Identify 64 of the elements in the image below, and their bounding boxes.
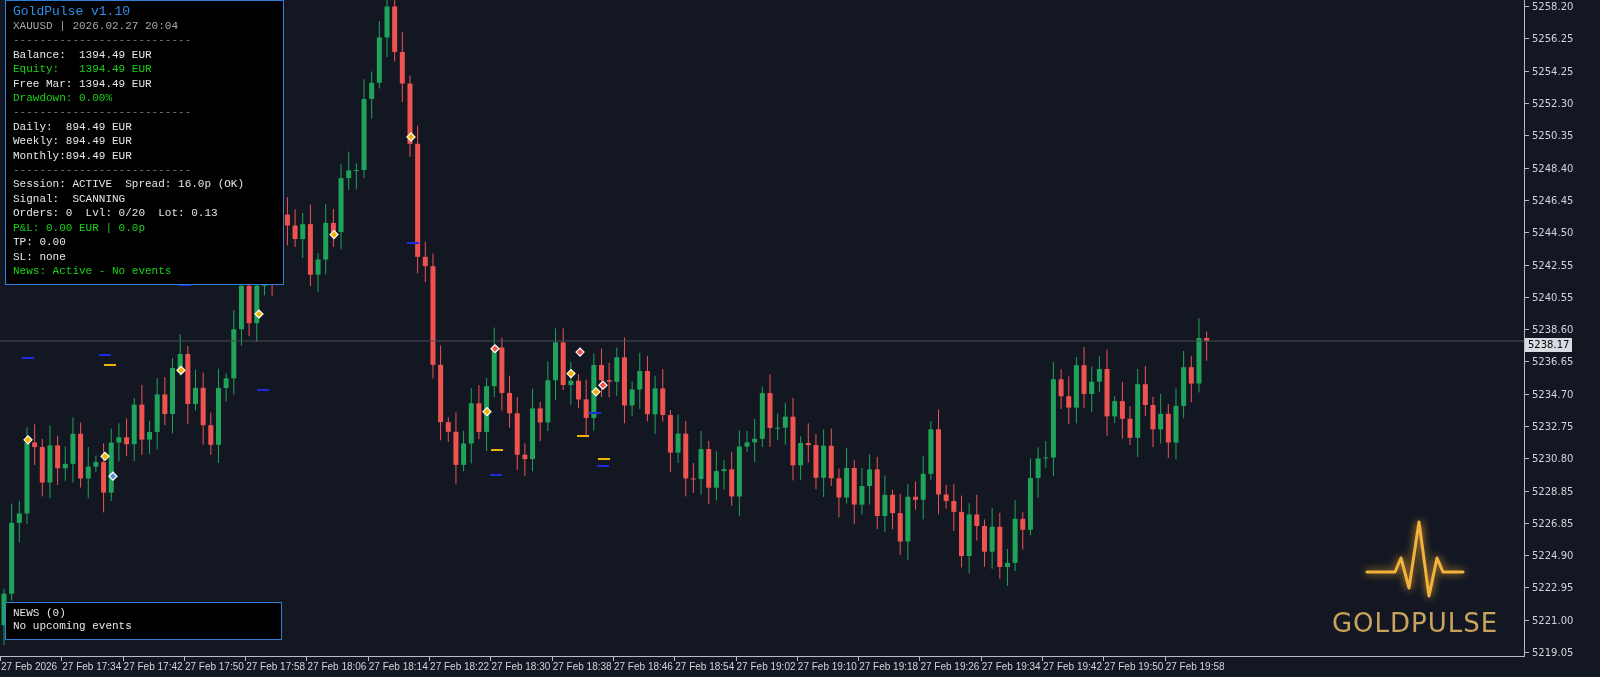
- time-label: 27 Feb 18:22: [430, 661, 489, 672]
- price-label: 5238.60: [1532, 324, 1574, 336]
- price-label: 5244.50: [1532, 227, 1574, 239]
- price-label: 5258.20: [1532, 1, 1574, 13]
- stat-line: Equity: 1394.49 EUR: [13, 62, 152, 77]
- time-label: 27 Feb 19:34: [981, 661, 1041, 672]
- news-title: NEWS (0): [13, 607, 66, 620]
- price-label: 5221.00: [1532, 614, 1574, 626]
- time-label: 27 Feb 17:58: [246, 661, 306, 672]
- price-label: 5230.80: [1532, 453, 1574, 465]
- logo-text: GOLDPULSE: [1331, 608, 1499, 638]
- price-label: 5256.25: [1532, 33, 1574, 45]
- price-label: 5222.95: [1532, 582, 1574, 594]
- stat-line: Daily: 894.49 EUR: [13, 119, 132, 135]
- price-label: 5252.30: [1532, 98, 1574, 110]
- price-label: 5248.40: [1532, 162, 1574, 174]
- stat-line: P&L: 0.00 EUR | 0.0p: [13, 220, 146, 236]
- price-label: 5224.90: [1532, 550, 1574, 562]
- time-label: 27 Feb 19:42: [1043, 661, 1102, 672]
- stat-line: Balance: 1394.49 EUR: [13, 47, 152, 63]
- panel-title: GoldPulse v1.10: [13, 4, 132, 19]
- stat-line: Signal: SCANNING: [13, 191, 126, 207]
- time-label: 27 Feb 18:06: [307, 661, 367, 672]
- time-label: 27 Feb 18:38: [552, 661, 612, 672]
- stat-line: News: Active - No events: [13, 263, 172, 279]
- time-label: 27 Feb 19:10: [797, 661, 857, 672]
- news-message: No upcoming events: [13, 620, 132, 633]
- price-label: 5232.75: [1532, 421, 1574, 432]
- symbol-time-text: XAUUSD | 2026.02.27 20:04: [13, 19, 179, 34]
- time-label: 27 Feb 19:58: [1165, 661, 1225, 672]
- stat-line: Orders: 0 Lvl: 0/20 Lot: 0.13: [13, 206, 218, 221]
- stat-line: Weekly: 894.49 EUR: [13, 134, 132, 149]
- time-label: 27 Feb 17:50: [184, 661, 244, 672]
- dashed-separator: ---------------------------: [13, 33, 192, 48]
- time-label: 27 Feb 19:50: [1104, 661, 1164, 672]
- stat-line: SL: none: [13, 249, 66, 264]
- price-label: 5228.85: [1532, 485, 1574, 497]
- price-label: 5234.70: [1532, 388, 1574, 400]
- stat-line: Session: ACTIVE Spread: 16.0p (OK): [13, 177, 245, 192]
- time-label: 27 Feb 19:26: [920, 661, 980, 672]
- time-label: 27 Feb 18:54: [675, 661, 735, 672]
- time-label: 27 Feb 18:14: [368, 661, 428, 672]
- price-label: 5250.35: [1532, 130, 1574, 142]
- time-label: 27 Feb 18:30: [491, 661, 551, 672]
- time-label: 27 Feb 2026: [1, 661, 58, 672]
- price-label: 5246.45: [1532, 194, 1574, 206]
- price-label: 5226.85: [1532, 517, 1574, 529]
- price-label: 5242.55: [1532, 259, 1574, 271]
- time-label: 27 Feb 19:02: [736, 661, 796, 672]
- time-label: 27 Feb 17:34: [62, 661, 122, 672]
- stat-line: TP: 0.00: [13, 235, 66, 250]
- time-label: 27 Feb 17:42: [123, 661, 183, 672]
- price-label: 5236.65: [1532, 356, 1574, 368]
- dashed-separator: ---------------------------: [13, 163, 192, 178]
- price-label: 5254.25: [1532, 65, 1574, 77]
- stat-line: Drawdown: 0.00%: [13, 91, 113, 106]
- stat-line: Monthly:894.49 EUR: [13, 148, 132, 164]
- stat-line: Free Mar: 1394.49 EUR: [13, 76, 152, 92]
- current-price-label: 5238.17: [1525, 338, 1573, 352]
- time-label: 27 Feb 19:18: [859, 661, 919, 672]
- time-label: 27 Feb 18:46: [613, 661, 673, 672]
- dashed-separator: ---------------------------: [13, 105, 192, 120]
- price-label: 5219.05: [1532, 647, 1574, 659]
- price-label: 5240.55: [1532, 291, 1574, 303]
